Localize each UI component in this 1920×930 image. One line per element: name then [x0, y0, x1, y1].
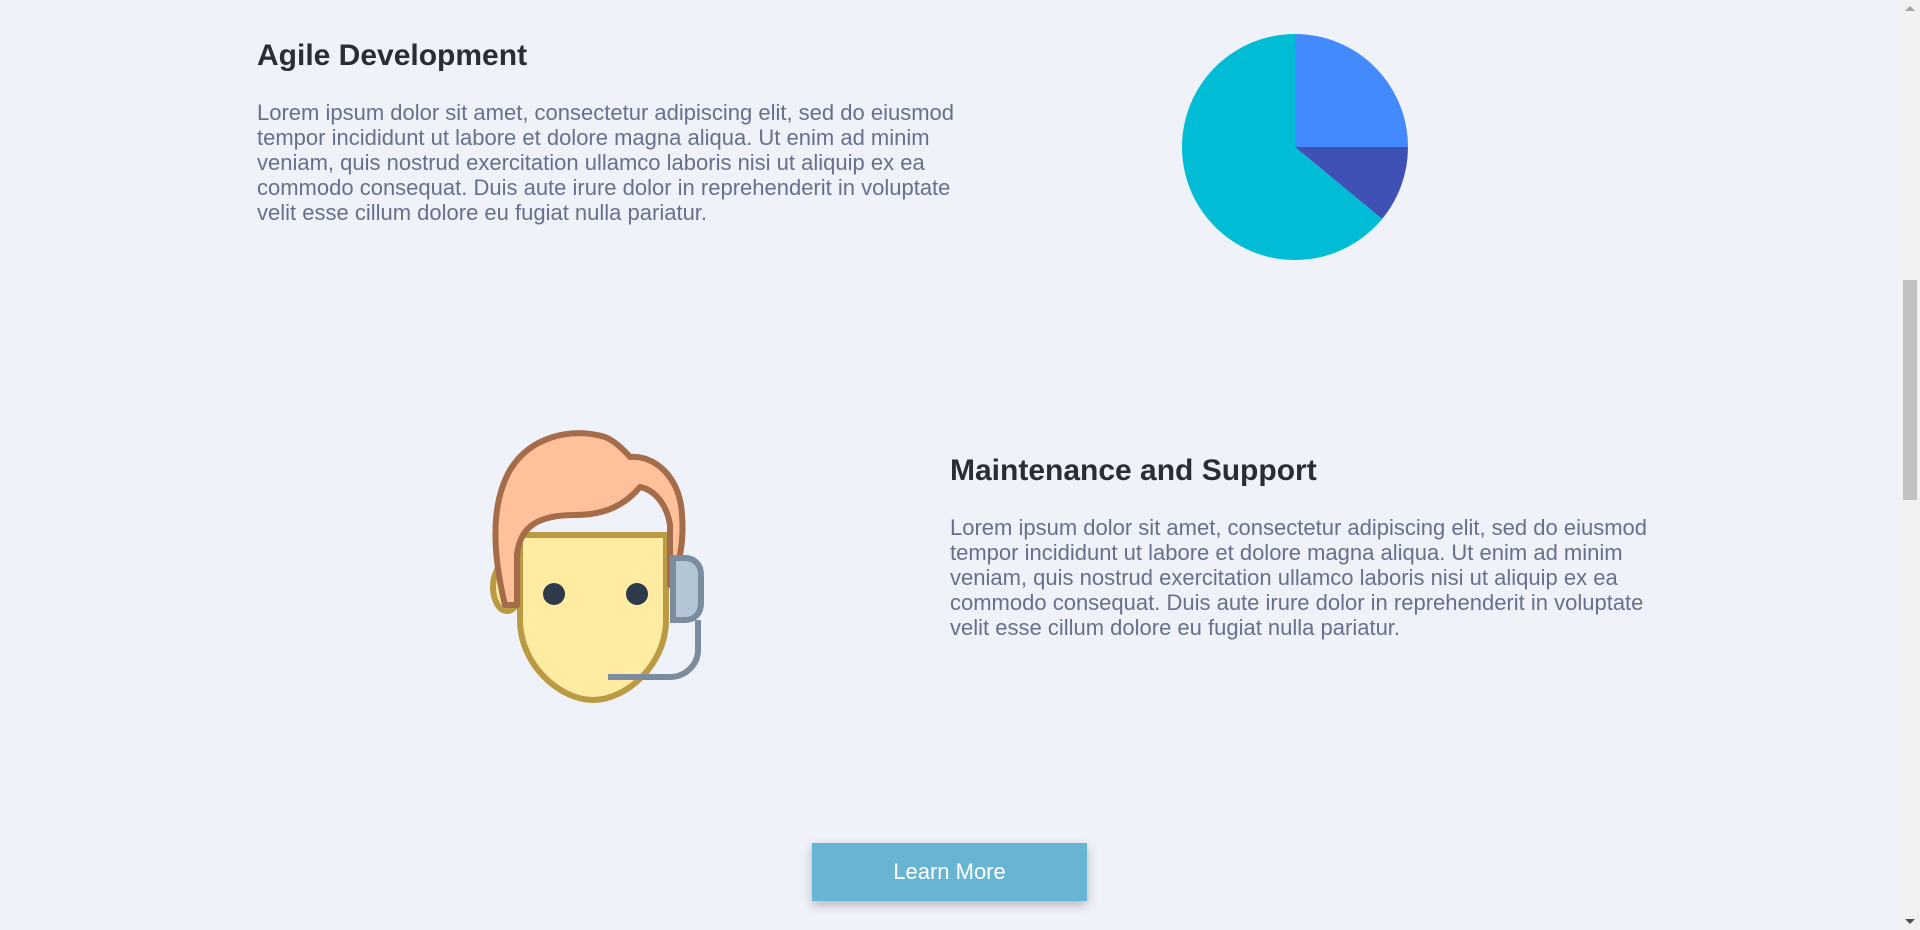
scroll-up-arrow-icon[interactable]: [1905, 6, 1915, 11]
scroll-down-arrow-icon[interactable]: [1905, 919, 1915, 924]
pie-chart-icon: [1182, 34, 1408, 260]
learn-more-button[interactable]: Learn More: [812, 843, 1087, 901]
scrollbar-thumb[interactable]: [1903, 280, 1917, 500]
maintenance-support-title: Maintenance and Support: [950, 454, 1317, 487]
agile-development-title: Agile Development: [257, 39, 528, 72]
agile-development-text: Lorem ipsum dolor sit amet, consectetur …: [257, 100, 955, 225]
vertical-scrollbar[interactable]: [1900, 0, 1920, 930]
page: Agile Development Lorem ipsum dolor sit …: [0, 0, 1920, 930]
maintenance-support-text: Lorem ipsum dolor sit amet, consectetur …: [950, 515, 1648, 640]
support-agent-icon: [485, 415, 725, 715]
pie-slice-1: [1295, 34, 1408, 147]
pie-chart: [1180, 32, 1410, 262]
